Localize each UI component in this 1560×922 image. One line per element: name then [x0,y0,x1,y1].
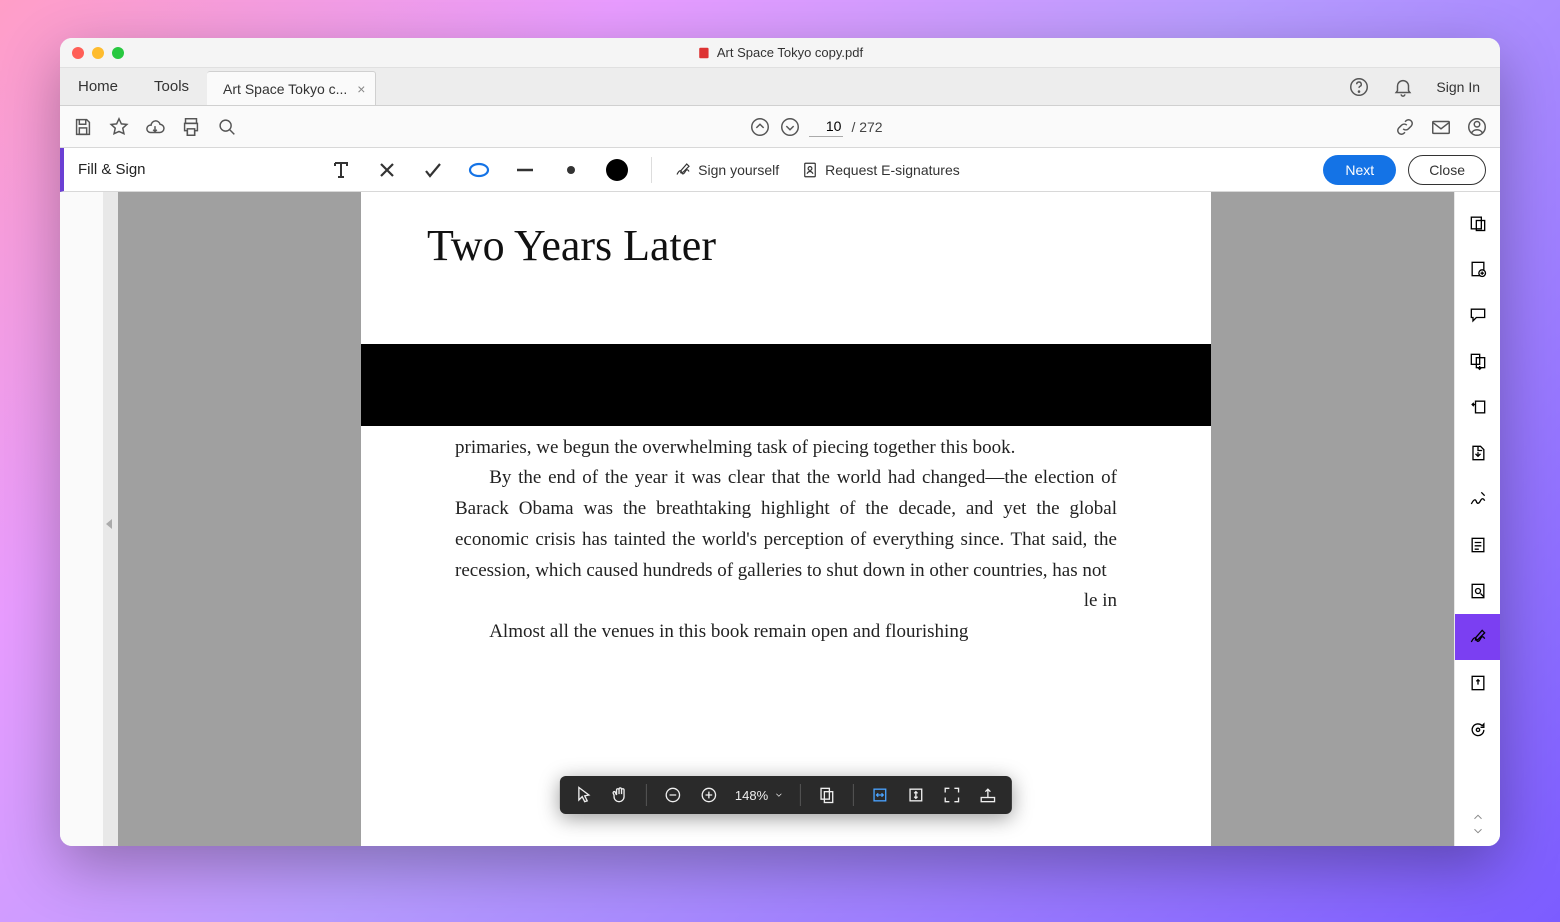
nav-home[interactable]: Home [60,68,136,105]
close-tab-icon[interactable]: × [357,81,365,97]
bell-icon[interactable] [1392,76,1414,98]
select-tool-icon[interactable] [574,785,594,805]
read-mode-icon[interactable] [978,785,998,805]
rr-more-tools-icon[interactable] [1455,706,1501,752]
paragraph: Almost all the venues in this book remai… [455,617,1117,648]
fit-width-icon[interactable] [870,785,890,805]
rr-compress-icon[interactable] [1455,430,1501,476]
dot-large-icon[interactable] [605,158,629,182]
fill-sign-bar: Fill & Sign Sign yourself Request E-sign… [60,148,1500,192]
maximize-window-button[interactable] [112,47,124,59]
rr-export-icon[interactable] [1455,246,1501,292]
document-tab[interactable]: Art Space Tokyo c... × [207,71,376,105]
help-icon[interactable] [1348,76,1370,98]
fit-page-icon[interactable] [906,785,926,805]
minimize-window-button[interactable] [92,47,104,59]
rr-protect-icon[interactable] [1455,568,1501,614]
paragraph: By the end of the year it was clear that… [455,463,1117,586]
document-person-icon [801,161,819,179]
next-button[interactable]: Next [1323,155,1396,185]
signature-icon [674,161,692,179]
window-title: Art Space Tokyo copy.pdf [697,45,863,60]
expand-handle-icon [106,519,112,529]
left-gutter[interactable] [104,192,118,846]
page-view-icon[interactable] [817,785,837,805]
zoom-out-icon[interactable] [663,785,683,805]
fullscreen-icon[interactable] [942,785,962,805]
save-icon[interactable] [72,116,94,138]
page-up-icon[interactable] [749,116,771,138]
redaction-block [361,344,1211,426]
page-number-input[interactable] [809,116,843,137]
window-controls [72,47,124,59]
dot-small-icon[interactable] [559,158,583,182]
link-icon[interactable] [1394,116,1416,138]
rr-create-icon[interactable] [1455,200,1501,246]
nav-tools[interactable]: Tools [136,68,207,105]
pdf-page: Two Years Later locked ourselves away fo… [361,192,1211,846]
separator [646,784,647,806]
close-window-button[interactable] [72,47,84,59]
check-tool-icon[interactable] [421,158,445,182]
content-area: Two Years Later locked ourselves away fo… [60,192,1500,846]
main-toolbar: / 272 [60,106,1500,148]
sign-in-link[interactable]: Sign In [1436,79,1480,95]
document-tab-label: Art Space Tokyo c... [223,81,347,97]
separator [651,157,652,183]
print-icon[interactable] [180,116,202,138]
hand-tool-icon[interactable] [610,785,630,805]
rr-scroll-nav [1471,810,1485,846]
star-icon[interactable] [108,116,130,138]
left-rail [60,192,104,846]
sign-yourself-button[interactable]: Sign yourself [674,161,779,179]
tabs-bar: Home Tools Art Space Tokyo c... × Sign I… [60,68,1500,106]
rr-edit-icon[interactable] [1455,522,1501,568]
right-rail [1454,192,1500,846]
chevron-down-icon [774,790,784,800]
rr-share-icon[interactable] [1455,660,1501,706]
rr-organize-icon[interactable] [1455,384,1501,430]
rr-redact-icon[interactable] [1455,476,1501,522]
pdf-icon [697,46,711,60]
rr-fill-sign-icon[interactable] [1455,614,1501,660]
paragraph-fragment: le in [455,586,1117,617]
zoom-level[interactable]: 148% [735,788,784,803]
app-window: Art Space Tokyo copy.pdf Home Tools Art … [60,38,1500,846]
mail-icon[interactable] [1430,116,1452,138]
rr-combine-icon[interactable] [1455,338,1501,384]
fill-sign-title: Fill & Sign [78,161,146,178]
zoom-in-icon[interactable] [699,785,719,805]
floating-toolbar: 148% [560,776,1012,814]
request-signatures-button[interactable]: Request E-signatures [801,161,960,179]
cloud-icon[interactable] [144,116,166,138]
page-heading: Two Years Later [427,220,1117,271]
separator [853,784,854,806]
text-tool-icon[interactable] [329,158,353,182]
chevron-down-icon[interactable] [1471,824,1485,838]
page-down-icon[interactable] [779,116,801,138]
page-total: / 272 [851,119,882,135]
page-nav: / 272 [749,116,882,138]
line-tool-icon[interactable] [513,158,537,182]
profile-icon[interactable] [1466,116,1488,138]
separator [800,784,801,806]
close-button[interactable]: Close [1408,155,1486,185]
titlebar: Art Space Tokyo copy.pdf [60,38,1500,68]
rr-comment-icon[interactable] [1455,292,1501,338]
search-icon[interactable] [216,116,238,138]
cross-tool-icon[interactable] [375,158,399,182]
document-viewport[interactable]: Two Years Later locked ourselves away fo… [118,192,1454,846]
chevron-up-icon[interactable] [1471,810,1485,824]
oval-tool-icon[interactable] [467,158,491,182]
